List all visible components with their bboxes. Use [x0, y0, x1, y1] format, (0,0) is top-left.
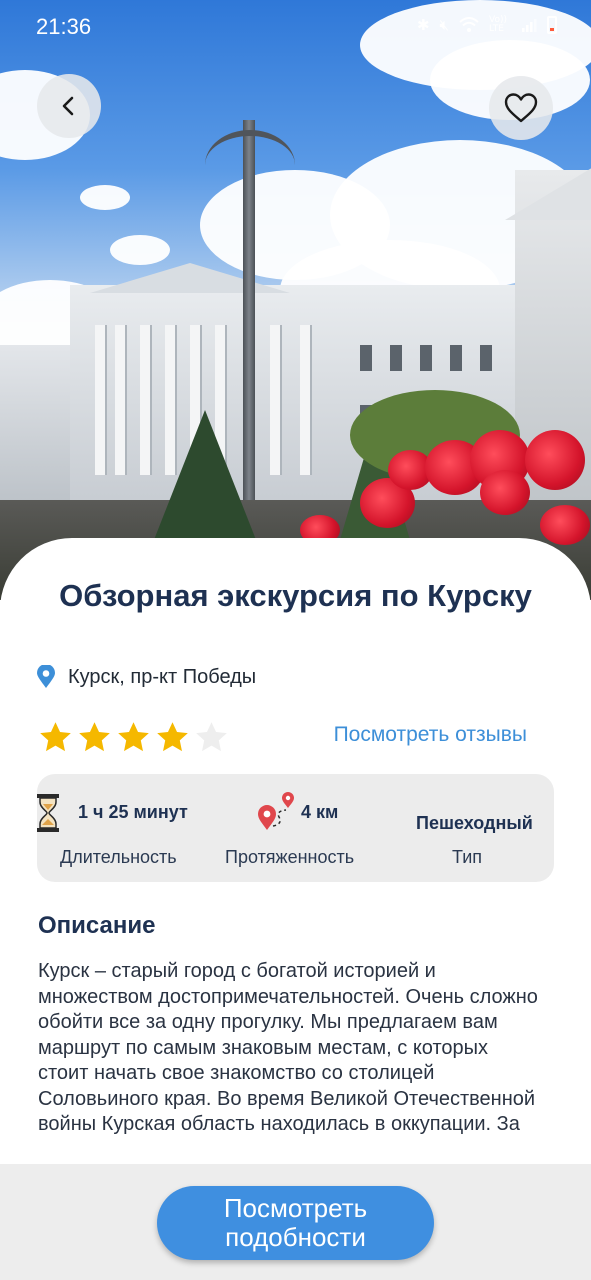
status-bar: 21:36 ✱ 🔇︎ Vo)) LTE [0, 0, 591, 56]
view-details-button[interactable]: Посмотреть подобности [157, 1186, 434, 1260]
distance-value: 4 км [301, 802, 339, 822]
hourglass-icon [37, 794, 59, 832]
back-button[interactable] [37, 74, 101, 138]
location-pin-icon [37, 665, 55, 688]
duration-value: 1 ч 25 минут [78, 802, 188, 822]
type-value: Пешеходный [416, 813, 533, 833]
volte-icon: Vo)) LTE [489, 15, 507, 34]
location-text: Курск, пр-кт Победы [68, 665, 257, 688]
duration-info: 1 ч 25 минут Длительность [37, 774, 207, 882]
duration-label: Длительность [60, 847, 177, 867]
mute-icon: 🔇︎ [439, 16, 449, 34]
status-icons: ✱ 🔇︎ Vo)) LTE [417, 16, 557, 34]
bottom-action-bar: Посмотреть подобности [0, 1164, 591, 1280]
star-empty-icon [196, 722, 227, 752]
star-icon [40, 722, 71, 752]
type-label: Тип [452, 847, 483, 867]
chevron-left-icon [62, 96, 74, 116]
view-reviews-link[interactable]: Посмотреть отзывы [334, 723, 527, 747]
distance-label: Протяженность [225, 847, 355, 867]
star-icon [79, 722, 110, 752]
favorite-button[interactable] [489, 76, 553, 140]
description-heading: Описание [38, 912, 156, 939]
distance-info: 4 км Протяженность [217, 774, 377, 882]
location-row: Курск, пр-кт Победы [36, 665, 256, 689]
status-time: 21:36 [36, 14, 92, 39]
rating-stars [38, 720, 229, 755]
signal-icon [522, 19, 537, 32]
tour-info-card: 1 ч 25 минут Длительность 4 км Протяженн… [37, 774, 554, 882]
bluetooth-icon: ✱ [416, 16, 430, 34]
battery-icon [547, 16, 557, 34]
description-text: Курск – старый город с богатой историей … [38, 960, 538, 1135]
type-info: Пешеходный Тип [407, 774, 547, 882]
wifi-icon [459, 17, 479, 32]
route-pins-icon [258, 792, 294, 830]
heart-outline-icon [504, 93, 538, 123]
star-icon [157, 722, 188, 752]
tour-title: Обзорная экскурсия по Курску [59, 578, 532, 613]
star-icon [118, 722, 149, 752]
